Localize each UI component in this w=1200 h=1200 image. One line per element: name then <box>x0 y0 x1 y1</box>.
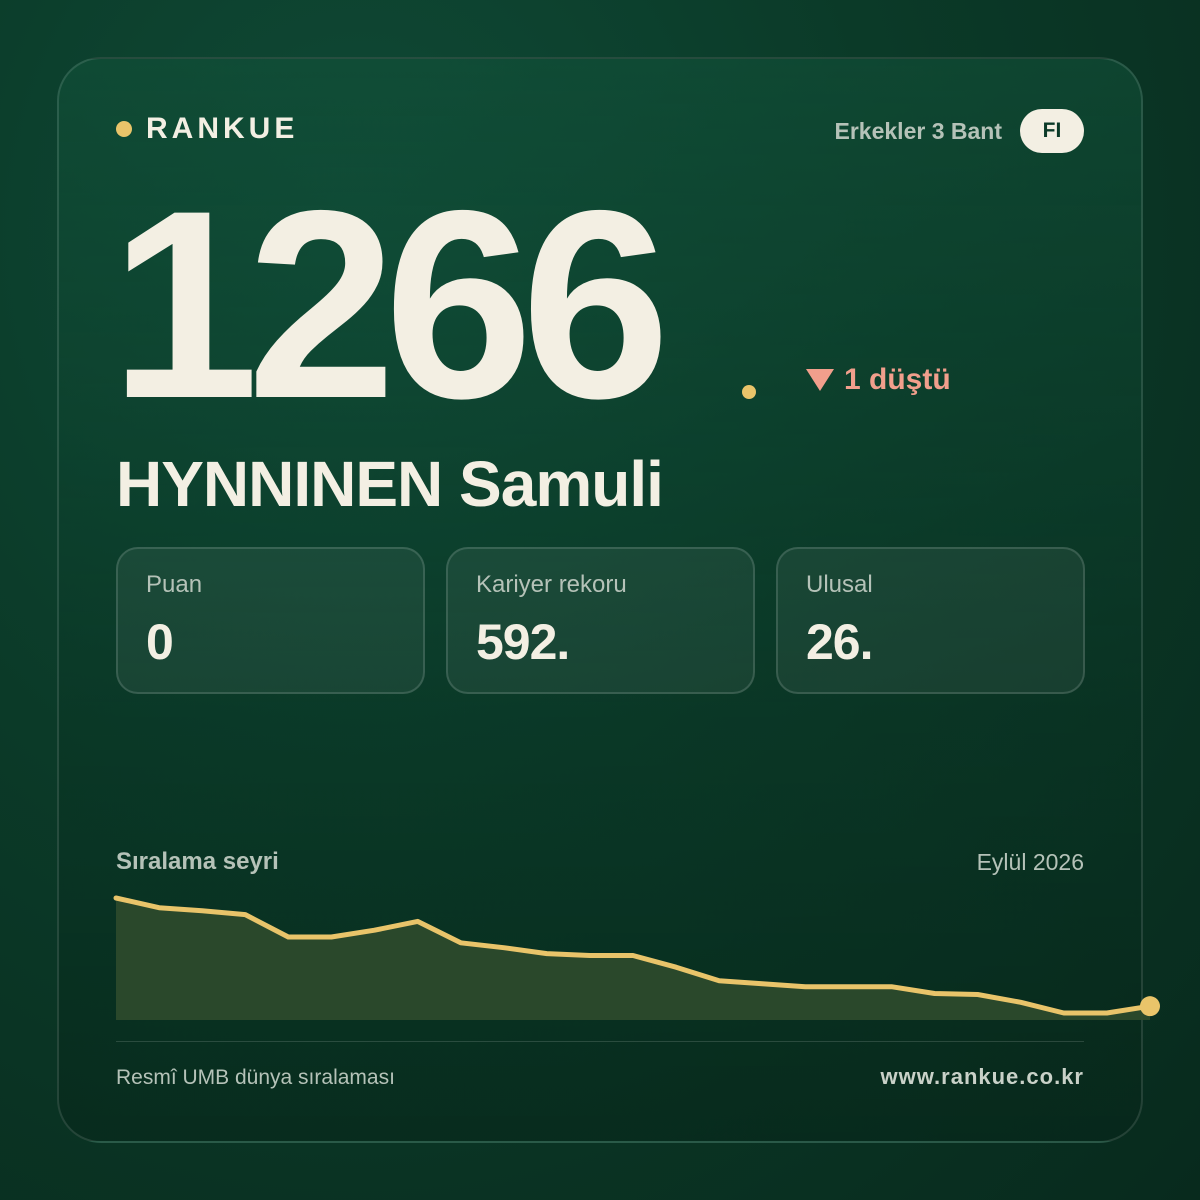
source-text: Resmî UMB dünya sıralaması <box>116 1066 395 1089</box>
website-link[interactable]: www.rankue.co.kr <box>881 1064 1084 1090</box>
footer-divider <box>116 1041 1084 1042</box>
trend-end-point <box>1140 996 1160 1017</box>
rank-trend-chart <box>113 895 1160 1020</box>
trend-area <box>116 898 1150 1020</box>
